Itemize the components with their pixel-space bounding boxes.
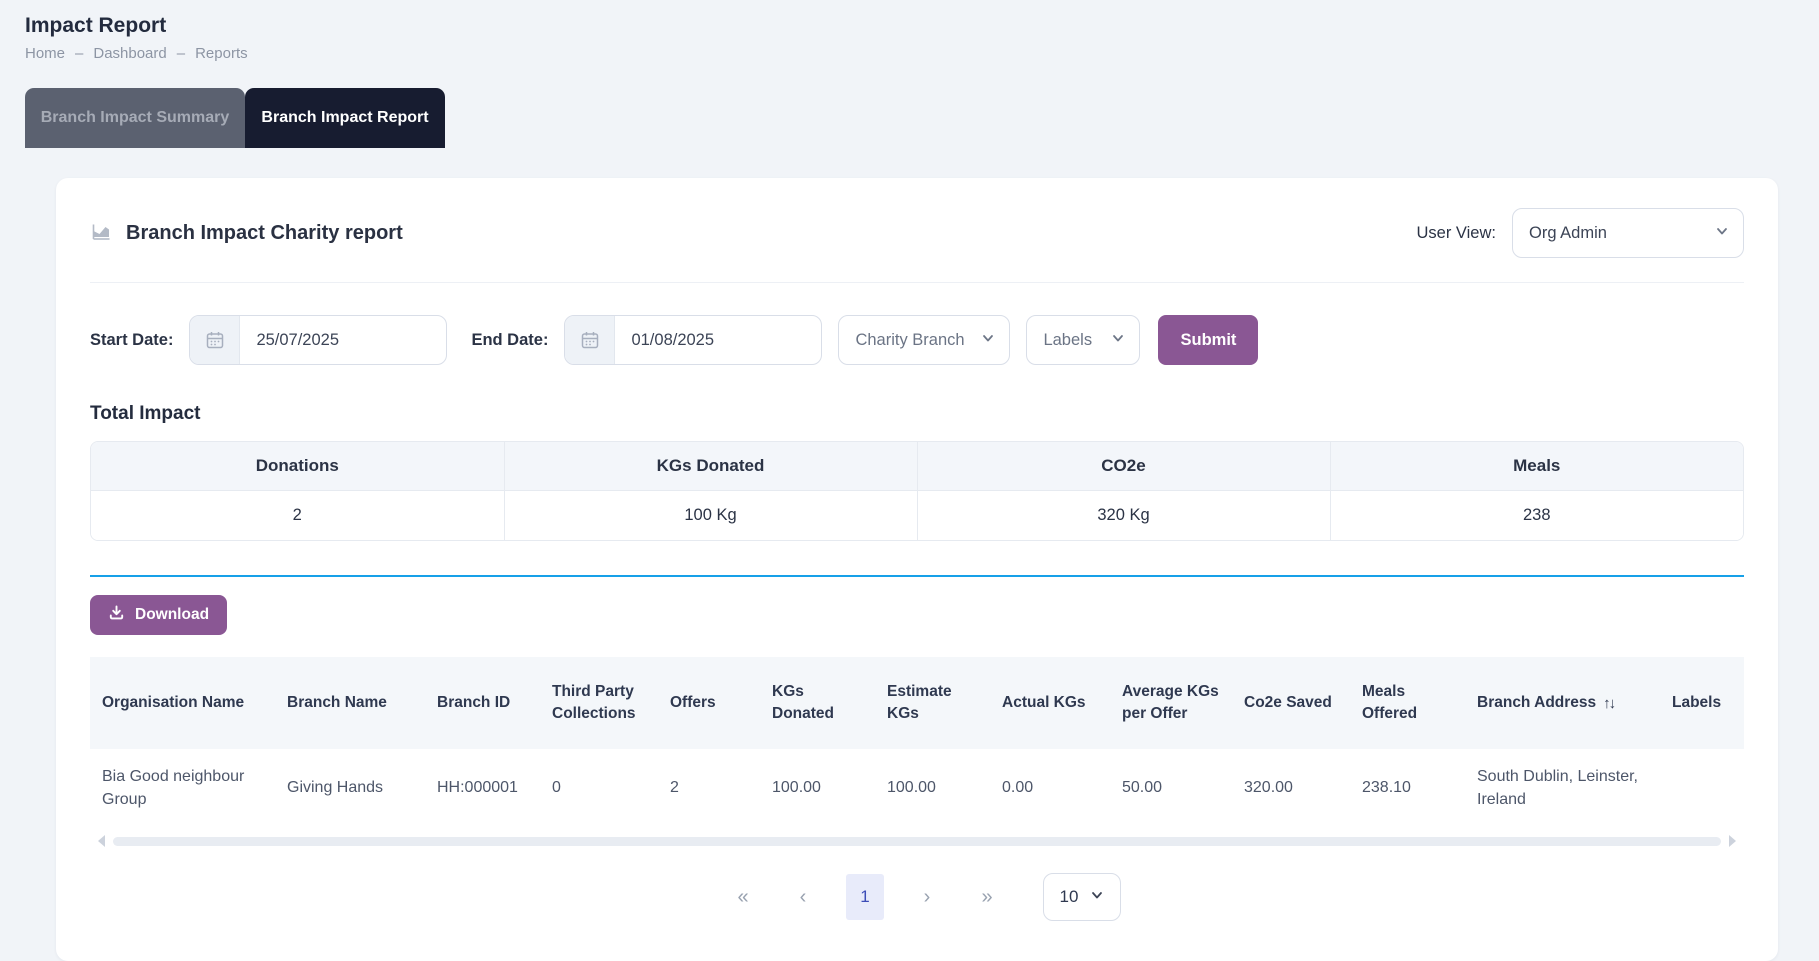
section-divider xyxy=(90,575,1744,577)
column-branch-id: Branch ID xyxy=(425,657,540,749)
start-date-label: Start Date: xyxy=(90,331,173,350)
column-branch-address-label: Branch Address xyxy=(1477,692,1596,714)
charity-branch-selected: Charity Branch xyxy=(855,331,964,350)
sort-icon[interactable]: ↑↓ xyxy=(1603,693,1614,714)
area-chart-icon xyxy=(90,220,112,247)
cell-estimate-kgs: 100.00 xyxy=(875,749,990,827)
cell-third-party-collections: 0 xyxy=(540,749,658,827)
column-kgs-donated: KGs Donated xyxy=(760,657,875,749)
column-third-party-collections: Third Party Collections xyxy=(540,657,658,749)
scroll-left-icon[interactable] xyxy=(98,835,105,847)
cell-actual-kgs: 0.00 xyxy=(990,749,1110,827)
user-view-selected: Org Admin xyxy=(1529,224,1607,243)
labels-select[interactable]: Labels xyxy=(1026,315,1140,365)
column-estimate-kgs: Estimate KGs xyxy=(875,657,990,749)
total-impact-value: 238 xyxy=(1330,490,1743,540)
page-header: Impact Report Home – Dashboard – Reports xyxy=(0,0,1819,62)
results-table-wrapper: Organisation Name Branch Name Branch ID … xyxy=(90,657,1744,827)
breadcrumb-dashboard[interactable]: Dashboard xyxy=(93,45,166,62)
column-offers: Offers xyxy=(658,657,760,749)
scrollbar-thumb[interactable] xyxy=(113,837,1721,846)
total-impact-column: CO2e xyxy=(917,442,1330,490)
calendar-icon[interactable] xyxy=(565,316,615,364)
pagination: « ‹ 1 › » 10 xyxy=(90,873,1744,921)
tab-branch-impact-report[interactable]: Branch Impact Report xyxy=(245,88,445,148)
calendar-icon[interactable] xyxy=(190,316,240,364)
current-page-button[interactable]: 1 xyxy=(846,874,884,920)
end-date-group xyxy=(564,315,822,365)
cell-branch-name: Giving Hands xyxy=(275,749,425,827)
cell-average-kgs-per-offer: 50.00 xyxy=(1110,749,1232,827)
cell-branch-id: HH:000001 xyxy=(425,749,540,827)
tab-branch-impact-summary[interactable]: Branch Impact Summary xyxy=(25,88,245,148)
breadcrumb-separator: – xyxy=(75,45,83,62)
total-impact-column: Donations xyxy=(91,442,504,490)
previous-page-button[interactable]: ‹ xyxy=(786,886,820,909)
breadcrumb-home[interactable]: Home xyxy=(25,45,65,62)
last-page-button[interactable]: » xyxy=(970,886,1004,909)
end-date-label: End Date: xyxy=(471,331,548,350)
total-impact-value: 2 xyxy=(91,490,504,540)
labels-selected: Labels xyxy=(1043,331,1092,350)
column-meals-offered: Meals Offered xyxy=(1350,657,1465,749)
start-date-input[interactable] xyxy=(240,316,446,364)
total-impact-value: 100 Kg xyxy=(504,490,917,540)
column-co2e-saved: Co2e Saved xyxy=(1232,657,1350,749)
breadcrumb-reports[interactable]: Reports xyxy=(195,45,248,62)
user-view-label: User View: xyxy=(1417,224,1496,243)
column-branch-address[interactable]: Branch Address ↑↓ xyxy=(1465,657,1660,749)
page-size-value: 10 xyxy=(1060,887,1079,907)
chevron-down-icon xyxy=(1715,224,1729,243)
chevron-down-icon xyxy=(1111,331,1125,350)
breadcrumb-separator: – xyxy=(177,45,185,62)
total-impact-table: Donations KGs Donated CO2e Meals 2 100 K… xyxy=(90,441,1744,541)
download-icon xyxy=(108,604,125,626)
total-impact-column: KGs Donated xyxy=(504,442,917,490)
total-impact-heading: Total Impact xyxy=(90,403,1744,425)
cell-labels xyxy=(1660,749,1744,827)
cell-co2e-saved: 320.00 xyxy=(1232,749,1350,827)
column-organisation-name: Organisation Name xyxy=(90,657,275,749)
card-header: Branch Impact Charity report User View: … xyxy=(90,178,1744,283)
column-labels: Labels xyxy=(1660,657,1744,749)
total-impact-values-row: 2 100 Kg 320 Kg 238 xyxy=(91,490,1743,540)
submit-button[interactable]: Submit xyxy=(1158,315,1258,365)
cell-organisation-name: Bia Good neighbour Group xyxy=(90,749,275,827)
page-title: Impact Report xyxy=(25,14,1819,38)
total-impact-value: 320 Kg xyxy=(917,490,1330,540)
user-view-select[interactable]: Org Admin xyxy=(1512,208,1744,258)
charity-branch-select[interactable]: Charity Branch xyxy=(838,315,1010,365)
cell-meals-offered: 238.10 xyxy=(1350,749,1465,827)
next-page-button[interactable]: › xyxy=(910,886,944,909)
card-title: Branch Impact Charity report xyxy=(126,222,403,245)
chevron-down-icon xyxy=(981,331,995,350)
cell-branch-address: South Dublin, Leinster, Ireland xyxy=(1465,749,1660,827)
chevron-down-icon xyxy=(1090,887,1104,907)
table-row: Bia Good neighbour Group Giving Hands HH… xyxy=(90,749,1744,827)
results-table: Organisation Name Branch Name Branch ID … xyxy=(90,657,1744,827)
first-page-button[interactable]: « xyxy=(726,886,760,909)
results-header-row: Organisation Name Branch Name Branch ID … xyxy=(90,657,1744,749)
report-card: Branch Impact Charity report User View: … xyxy=(56,178,1778,961)
end-date-input[interactable] xyxy=(615,316,821,364)
breadcrumb: Home – Dashboard – Reports xyxy=(25,45,1819,62)
total-impact-column: Meals xyxy=(1330,442,1743,490)
start-date-group xyxy=(189,315,447,365)
cell-kgs-donated: 100.00 xyxy=(760,749,875,827)
column-branch-name: Branch Name xyxy=(275,657,425,749)
filter-row: Start Date: End Date: xyxy=(90,315,1744,365)
column-average-kgs-per-offer: Average KGs per Offer xyxy=(1110,657,1232,749)
horizontal-scrollbar xyxy=(90,835,1744,847)
column-actual-kgs: Actual KGs xyxy=(990,657,1110,749)
download-label: Download xyxy=(135,606,209,624)
scroll-right-icon[interactable] xyxy=(1729,835,1736,847)
page-size-select[interactable]: 10 xyxy=(1043,873,1121,921)
download-button[interactable]: Download xyxy=(90,595,227,635)
tab-bar: Branch Impact Summary Branch Impact Repo… xyxy=(25,88,1819,148)
cell-offers: 2 xyxy=(658,749,760,827)
